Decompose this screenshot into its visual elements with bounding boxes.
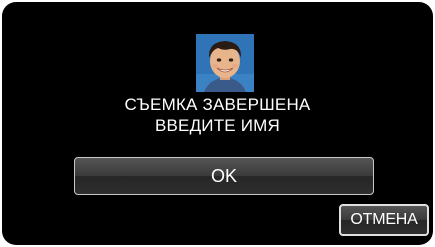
message-enter-name: ВВЕДИТЕ ИМЯ bbox=[154, 116, 281, 135]
message-capture-complete: СЪЕМКА ЗАВЕРШЕНА bbox=[124, 95, 311, 114]
ok-button-label: OK bbox=[210, 165, 237, 186]
cancel-button-label: ОТМЕНА bbox=[350, 211, 418, 228]
cancel-button[interactable]: ОТМЕНА bbox=[339, 204, 429, 236]
camera-screen: СЪЕМКА ЗАВЕРШЕНА ВВЕДИТЕ ИМЯ OK ОТМЕНА bbox=[2, 2, 433, 245]
ok-button[interactable]: OK bbox=[74, 157, 374, 195]
face-photo-thumbnail bbox=[196, 34, 254, 92]
